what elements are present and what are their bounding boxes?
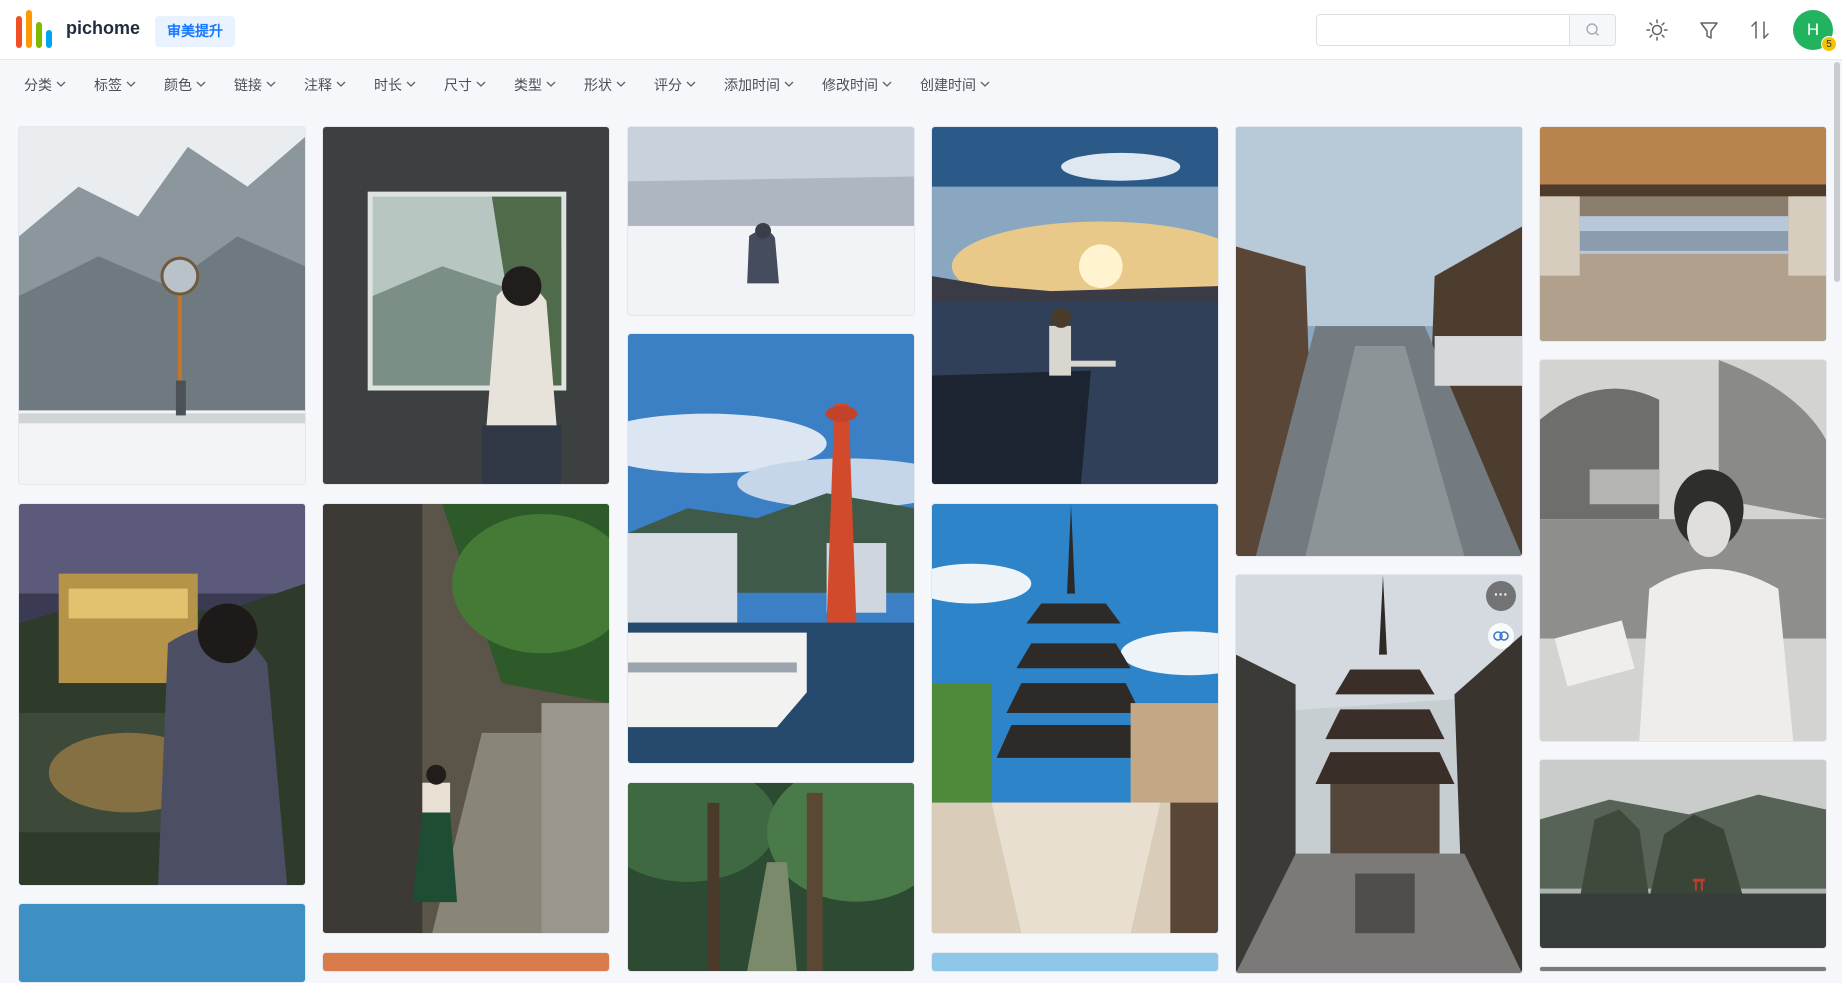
image-thumbnail bbox=[932, 504, 1218, 933]
image-tile[interactable] bbox=[931, 503, 1219, 934]
chevron-down-icon bbox=[196, 81, 206, 87]
chevron-down-icon bbox=[56, 81, 66, 87]
image-tile[interactable] bbox=[322, 952, 610, 972]
pichome-logo[interactable] bbox=[16, 10, 52, 48]
filter-button[interactable] bbox=[1694, 15, 1724, 45]
image-thumbnail bbox=[628, 334, 914, 763]
chevron-down-icon bbox=[686, 81, 696, 87]
image-thumbnail bbox=[1540, 760, 1826, 948]
filter-label: 注释 bbox=[304, 77, 332, 93]
image-tile[interactable] bbox=[1539, 759, 1827, 949]
image-thumbnail bbox=[932, 127, 1218, 484]
image-tile[interactable] bbox=[18, 503, 306, 886]
image-tile[interactable] bbox=[322, 503, 610, 934]
image-tile[interactable] bbox=[1539, 126, 1827, 342]
image-thumbnail bbox=[628, 783, 914, 971]
image-tile[interactable] bbox=[1539, 966, 1827, 972]
filter-type[interactable]: 类型 bbox=[514, 75, 556, 95]
image-tile[interactable] bbox=[1235, 126, 1523, 557]
image-thumbnail bbox=[1236, 575, 1522, 973]
filter-rating[interactable]: 评分 bbox=[654, 75, 696, 95]
image-thumbnail bbox=[323, 953, 609, 971]
filter-label: 颜色 bbox=[164, 77, 192, 93]
app-name[interactable]: pichome bbox=[66, 18, 140, 39]
more-label: ··· bbox=[1494, 586, 1508, 602]
image-tile[interactable] bbox=[627, 782, 915, 972]
filter-label: 形状 bbox=[584, 77, 612, 93]
vertical-scrollbar[interactable] bbox=[1834, 62, 1840, 282]
image-thumbnail bbox=[323, 127, 609, 484]
filter-label: 分类 bbox=[24, 77, 52, 93]
image-thumbnail bbox=[1236, 127, 1522, 556]
chevron-down-icon bbox=[980, 81, 990, 87]
chevron-down-icon bbox=[882, 81, 892, 87]
image-thumbnail bbox=[19, 504, 305, 885]
sort-button[interactable] bbox=[1745, 15, 1775, 45]
image-tile[interactable] bbox=[18, 903, 306, 983]
filter-link[interactable]: 链接 bbox=[234, 75, 276, 95]
chevron-down-icon bbox=[126, 81, 136, 87]
search-input[interactable] bbox=[1317, 15, 1570, 45]
filter-bar: 分类 标签 颜色 链接 注释 时长 尺寸 类型 形状 评分 添加时间 修改时间 … bbox=[0, 60, 1842, 106]
filter-label: 创建时间 bbox=[920, 77, 976, 93]
filter-label: 尺寸 bbox=[444, 77, 472, 93]
filter-modified-time[interactable]: 修改时间 bbox=[822, 75, 892, 95]
sun-icon bbox=[1646, 19, 1668, 41]
filter-created-time[interactable]: 创建时间 bbox=[920, 75, 990, 95]
chevron-down-icon bbox=[616, 81, 626, 87]
open-link-button[interactable] bbox=[1488, 623, 1514, 649]
filter-category[interactable]: 分类 bbox=[24, 75, 66, 95]
image-tile[interactable] bbox=[931, 952, 1219, 972]
search-button[interactable] bbox=[1569, 15, 1615, 45]
chevron-down-icon bbox=[406, 81, 416, 87]
search-box bbox=[1316, 14, 1616, 46]
chevron-down-icon bbox=[784, 81, 794, 87]
filter-color[interactable]: 颜色 bbox=[164, 75, 206, 95]
sort-icon bbox=[1751, 21, 1769, 39]
image-thumbnail bbox=[323, 504, 609, 933]
search-icon bbox=[1586, 23, 1599, 36]
filter-label: 添加时间 bbox=[724, 77, 780, 93]
filter-annotation[interactable]: 注释 bbox=[304, 75, 346, 95]
chevron-down-icon bbox=[546, 81, 556, 87]
filter-label: 时长 bbox=[374, 77, 402, 93]
image-thumbnail bbox=[19, 127, 305, 484]
link-icon bbox=[1493, 631, 1509, 641]
more-options-button[interactable]: ··· bbox=[1486, 581, 1516, 611]
filter-duration[interactable]: 时长 bbox=[374, 75, 416, 95]
image-thumbnail bbox=[1540, 360, 1826, 741]
chevron-down-icon bbox=[266, 81, 276, 87]
filter-icon bbox=[1700, 22, 1718, 39]
image-tile[interactable] bbox=[18, 126, 306, 485]
image-thumbnail bbox=[628, 127, 914, 315]
image-tile[interactable]: ··· bbox=[1235, 574, 1523, 974]
notification-badge: 5 bbox=[1821, 36, 1837, 52]
filter-added-time[interactable]: 添加时间 bbox=[724, 75, 794, 95]
image-thumbnail bbox=[1540, 127, 1826, 341]
filter-tags[interactable]: 标签 bbox=[94, 75, 136, 95]
filter-shape[interactable]: 形状 bbox=[584, 75, 626, 95]
chevron-down-icon bbox=[336, 81, 346, 87]
filter-label: 类型 bbox=[514, 77, 542, 93]
filter-label: 标签 bbox=[94, 77, 122, 93]
filter-label: 评分 bbox=[654, 77, 682, 93]
image-tile[interactable] bbox=[931, 126, 1219, 485]
image-tile[interactable] bbox=[322, 126, 610, 485]
theme-toggle-button[interactable] bbox=[1642, 15, 1672, 45]
upgrade-button[interactable]: 审美提升 bbox=[155, 16, 235, 47]
filter-size[interactable]: 尺寸 bbox=[444, 75, 486, 95]
top-bar: pichome 审美提升 H 5 bbox=[0, 0, 1842, 60]
image-thumbnail bbox=[19, 904, 305, 982]
user-avatar[interactable]: H 5 bbox=[1793, 10, 1837, 52]
image-thumbnail bbox=[932, 953, 1218, 971]
filter-label: 修改时间 bbox=[822, 77, 878, 93]
filter-label: 链接 bbox=[234, 77, 262, 93]
chevron-down-icon bbox=[476, 81, 486, 87]
avatar-letter: H bbox=[1806, 20, 1820, 39]
image-tile[interactable] bbox=[627, 333, 915, 764]
image-tile[interactable] bbox=[1539, 359, 1827, 742]
image-tile[interactable] bbox=[627, 126, 915, 316]
